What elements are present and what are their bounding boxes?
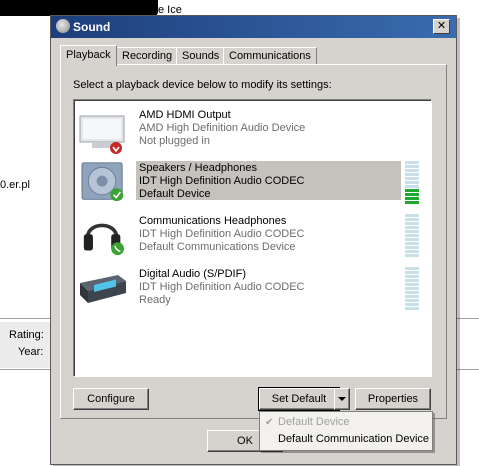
set-default-button[interactable]: Set Default <box>258 387 340 411</box>
meter-segment <box>405 193 419 196</box>
menu-item-default-device[interactable]: ✔ Default Device <box>260 414 432 431</box>
close-button[interactable]: ✕ <box>433 19 450 34</box>
meter-segment <box>405 271 419 274</box>
device-name: AMD HDMI Output <box>139 109 231 121</box>
meter-segment <box>405 234 419 237</box>
device-item-spdif[interactable]: Digital Audio (S/PDIF) IDT High Definiti… <box>74 267 431 317</box>
meter-segment <box>405 254 419 257</box>
volume-meter <box>405 214 419 258</box>
device-item-speakers[interactable]: Speakers / Headphones IDT High Definitio… <box>74 161 431 211</box>
meter-segment <box>405 169 419 172</box>
speaker-icon <box>81 162 124 202</box>
tab-communications[interactable]: Communications <box>223 47 317 65</box>
volume-meter <box>405 161 419 205</box>
background-rating-label: Rating: <box>9 329 44 341</box>
device-driver: IDT High Definition Audio CODEC <box>139 281 305 293</box>
device-item-hdmi[interactable]: AMD HDMI Output AMD High Definition Audi… <box>74 108 431 158</box>
device-name: Communications Headphones <box>139 215 287 227</box>
meter-segment <box>405 299 419 302</box>
sound-dialog: Sound ✕ Playback Recording Sounds Commun… <box>50 15 457 465</box>
meter-segment <box>405 185 419 188</box>
meter-segment <box>405 230 419 233</box>
meter-segment <box>405 201 419 204</box>
meter-segment <box>405 279 419 282</box>
meter-segment <box>405 222 419 225</box>
device-driver: AMD High Definition Audio Device <box>139 122 306 134</box>
device-status: Not plugged in <box>139 135 210 147</box>
meter-segment <box>405 307 419 310</box>
meter-segment <box>405 197 419 200</box>
background-year-label: Year: <box>18 346 44 358</box>
device-status: Default Device <box>139 188 211 200</box>
set-default-menu: ✔ Default Device Default Communication D… <box>259 411 433 451</box>
headphones-icon <box>83 223 124 256</box>
tab-recording[interactable]: Recording <box>116 47 179 65</box>
meter-segment <box>405 177 419 180</box>
meter-segment <box>405 295 419 298</box>
speaker-icon <box>56 19 70 33</box>
menu-item-label: Default Communication Device <box>278 433 430 445</box>
meter-segment <box>405 283 419 286</box>
spdif-device-icon <box>80 275 126 303</box>
checkmark-icon: ✔ <box>265 417 274 428</box>
background-toolbar <box>0 0 158 16</box>
title-bar[interactable]: Sound ✕ <box>51 16 456 38</box>
device-driver: IDT High Definition Audio CODEC <box>139 175 305 187</box>
meter-segment <box>405 287 419 290</box>
meter-segment <box>405 291 419 294</box>
meter-segment <box>405 238 419 241</box>
device-item-comm-headphones[interactable]: Communications Headphones IDT High Defin… <box>74 214 431 264</box>
meter-segment <box>405 165 419 168</box>
menu-item-label: Default Device <box>278 416 350 428</box>
device-list[interactable]: AMD HDMI Output AMD High Definition Audi… <box>73 99 432 377</box>
meter-segment <box>405 173 419 176</box>
monitor-icon <box>79 115 125 154</box>
volume-meter <box>405 267 419 311</box>
meter-segment <box>405 161 419 164</box>
dialog-title: Sound <box>73 20 111 34</box>
tab-playback[interactable]: Playback <box>60 45 117 66</box>
tab-sounds[interactable]: Sounds <box>176 47 226 65</box>
background-link-url[interactable]: 0.er.pl <box>0 179 30 191</box>
meter-segment <box>405 275 419 278</box>
meter-segment <box>405 250 419 253</box>
device-name: Speakers / Headphones <box>139 162 258 174</box>
chevron-down-icon <box>338 397 346 401</box>
meter-segment <box>405 226 419 229</box>
meter-segment <box>405 181 419 184</box>
device-driver: IDT High Definition Audio CODEC <box>139 228 305 240</box>
set-default-dropdown-button[interactable] <box>334 388 350 410</box>
meter-segment <box>405 242 419 245</box>
meter-segment <box>405 189 419 192</box>
instruction-text: Select a playback device below to modify… <box>73 79 332 91</box>
meter-segment <box>405 218 419 221</box>
configure-button[interactable]: Configure <box>73 388 149 410</box>
menu-item-default-communication-device[interactable]: Default Communication Device <box>260 431 432 448</box>
meter-segment <box>405 303 419 306</box>
device-name: Digital Audio (S/PDIF) <box>139 268 246 280</box>
meter-segment <box>405 267 419 270</box>
properties-button[interactable]: Properties <box>355 388 431 410</box>
meter-segment <box>405 246 419 249</box>
device-status: Default Communications Device <box>139 241 296 253</box>
device-status: Ready <box>139 294 171 306</box>
meter-segment <box>405 214 419 217</box>
